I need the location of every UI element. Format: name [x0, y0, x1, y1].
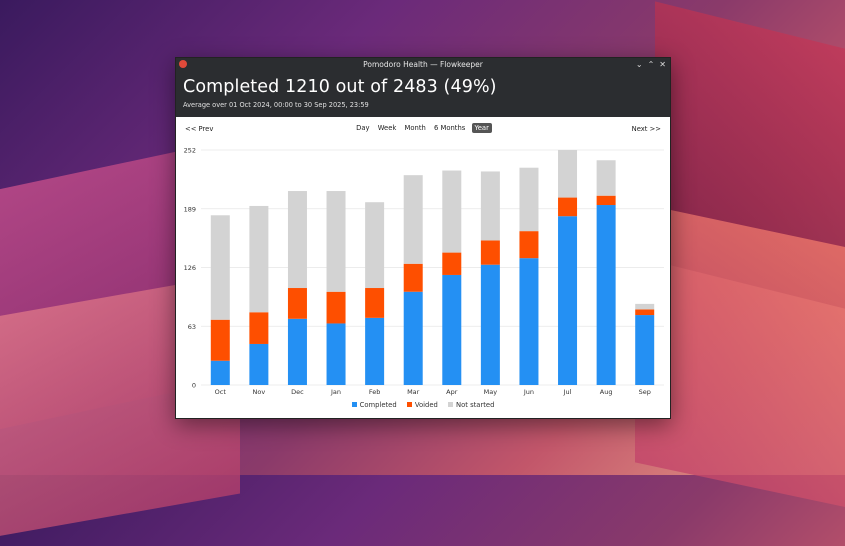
- bar-completed-nov: [249, 343, 269, 385]
- bar-not-started-apr: [442, 170, 462, 253]
- bar-not-started-jan: [326, 191, 346, 292]
- y-tick-label: 0: [192, 382, 196, 390]
- window-title: Pomodoro Health — Flowkeeper: [363, 60, 483, 69]
- bar-completed-sep: [635, 315, 655, 385]
- bar-not-started-may: [480, 171, 500, 241]
- x-tick-label: Feb: [369, 388, 381, 396]
- legend-label-completed: Completed: [359, 401, 397, 409]
- x-tick-label: Apr: [446, 388, 458, 396]
- bar-voided-mar: [403, 263, 423, 292]
- bar-voided-jul: [558, 197, 578, 217]
- legend-label-not-started: Not started: [456, 401, 495, 409]
- bar-completed-mar: [403, 291, 423, 385]
- x-tick-label: Jan: [330, 388, 341, 396]
- period-week-button[interactable]: Week: [376, 123, 399, 133]
- legend-swatch-voided: [406, 402, 412, 407]
- legend-item-completed: Completed: [351, 401, 397, 409]
- bar-completed-feb: [365, 317, 385, 385]
- chart-legend: Completed Voided Not started: [176, 401, 670, 409]
- bar-not-started-mar: [403, 175, 423, 264]
- minimize-chevron-down-icon[interactable]: ⌄: [636, 58, 643, 71]
- bar-voided-may: [480, 240, 500, 265]
- period-day-button[interactable]: Day: [354, 123, 371, 133]
- x-tick-label: May: [484, 388, 498, 396]
- period-year-button[interactable]: Year: [471, 123, 492, 133]
- bar-not-started-aug: [596, 160, 616, 196]
- bar-voided-jan: [326, 291, 346, 324]
- x-tick-label: Nov: [253, 388, 266, 396]
- bar-not-started-nov: [249, 205, 269, 313]
- bar-voided-apr: [442, 252, 462, 275]
- bar-completed-jan: [326, 323, 346, 385]
- app-window: Pomodoro Health — Flowkeeper ⌄ ⌃ ✕ Compl…: [175, 57, 671, 419]
- y-tick-label: 126: [184, 264, 196, 272]
- bar-completed-oct: [210, 360, 230, 385]
- stacked-bar-chart: 0 63 126 189 252 Oct Nov Dec Jan Feb Mar Apr May Jun J…: [184, 147, 664, 396]
- period-6-months-button[interactable]: 6 Months: [432, 123, 467, 133]
- bar-completed-jun: [519, 258, 539, 385]
- legend-swatch-not-started: [448, 402, 453, 407]
- summary-title: Completed 1210 out of 2483 (49%): [183, 77, 497, 97]
- y-tick-label: 189: [184, 205, 196, 213]
- legend-swatch-completed: [351, 402, 357, 407]
- bar-not-started-oct: [210, 215, 230, 320]
- x-tick-label: Mar: [407, 388, 420, 396]
- bar-not-started-feb: [365, 202, 385, 289]
- bar-voided-oct: [210, 319, 230, 361]
- period-selector: Day Week Month 6 Months Year: [176, 123, 670, 133]
- legend-item-voided: Voided: [406, 401, 438, 409]
- y-tick-label: 252: [184, 147, 196, 155]
- x-tick-label: Jul: [563, 388, 572, 396]
- bar-voided-sep: [635, 309, 655, 316]
- bar-not-started-sep: [635, 303, 655, 310]
- bar-voided-aug: [596, 195, 616, 206]
- bar-not-started-jun: [519, 167, 539, 232]
- next-button[interactable]: Next >>: [632, 125, 661, 133]
- bar-completed-jul: [558, 216, 578, 385]
- x-tick-label: Oct: [215, 388, 227, 396]
- summary-subtitle: Average over 01 Oct 2024, 00:00 to 30 Se…: [183, 101, 369, 109]
- maximize-chevron-up-icon[interactable]: ⌃: [648, 58, 655, 71]
- bar-not-started-dec: [287, 191, 307, 289]
- bar-voided-jun: [519, 231, 539, 259]
- bar-voided-nov: [249, 312, 269, 344]
- close-icon[interactable]: ✕: [659, 58, 666, 71]
- bar-completed-dec: [287, 318, 307, 385]
- app-tomato-icon: [179, 60, 187, 68]
- bar-completed-aug: [596, 205, 616, 385]
- y-tick-label: 63: [188, 323, 196, 331]
- bar-voided-dec: [287, 288, 307, 319]
- legend-item-not-started: Not started: [448, 401, 494, 409]
- bar-completed-may: [480, 264, 500, 385]
- x-tick-label: Dec: [291, 388, 304, 396]
- summary-header: Completed 1210 out of 2483 (49%) Average…: [176, 71, 670, 117]
- bar-not-started-jul: [558, 150, 578, 198]
- period-month-button[interactable]: Month: [403, 123, 428, 133]
- x-tick-label: Sep: [639, 388, 651, 396]
- period-navigation: << Prev Day Week Month 6 Months Year Nex…: [176, 117, 670, 141]
- x-tick-label: Aug: [600, 388, 613, 396]
- title-bar[interactable]: Pomodoro Health — Flowkeeper ⌄ ⌃ ✕: [176, 58, 670, 71]
- bar-voided-feb: [365, 288, 385, 318]
- legend-label-voided: Voided: [414, 401, 438, 409]
- x-tick-label: Jun: [523, 388, 534, 396]
- bar-completed-apr: [442, 274, 462, 385]
